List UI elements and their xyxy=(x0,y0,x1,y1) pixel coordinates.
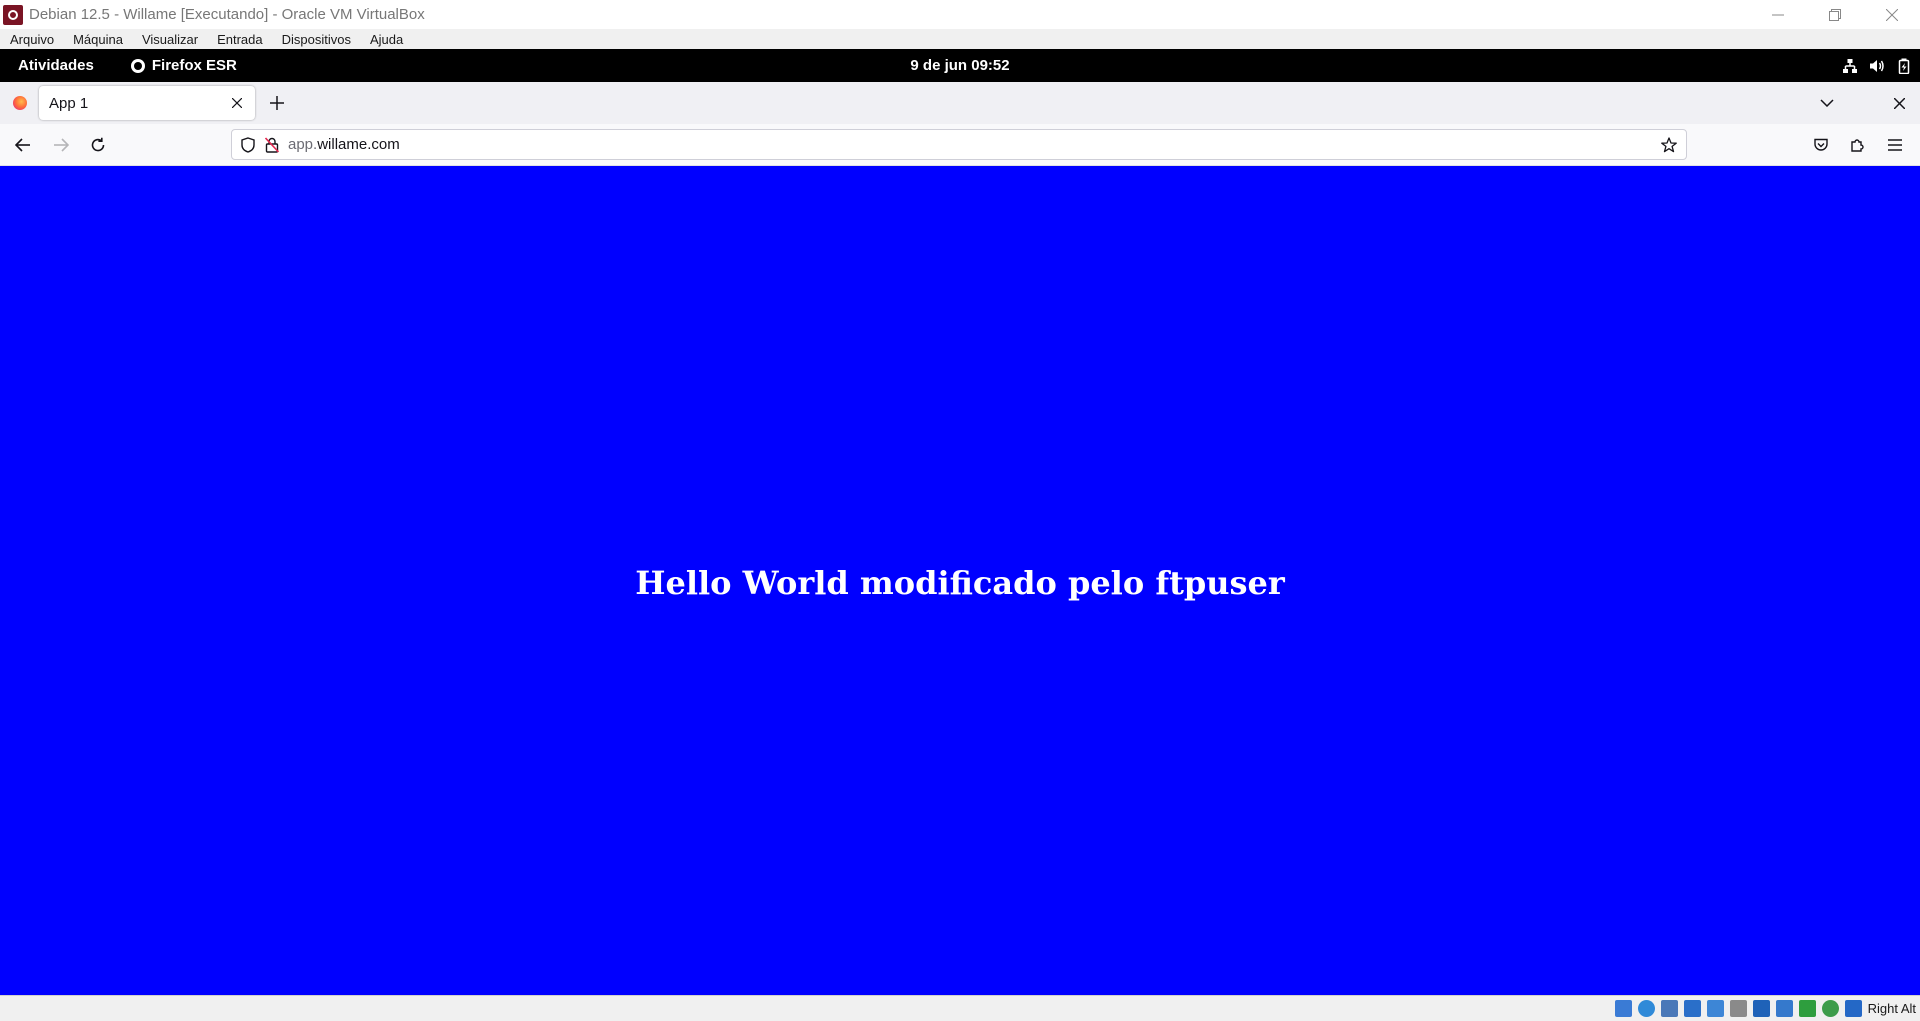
audio-icon[interactable] xyxy=(1660,1000,1678,1017)
tab-app-1[interactable]: App 1 xyxy=(39,86,255,120)
network-wired-icon[interactable] xyxy=(1842,58,1858,74)
firefox-app-icon xyxy=(130,58,145,73)
plus-icon xyxy=(270,96,284,110)
close-window-button[interactable] xyxy=(1890,94,1908,112)
app-menu-label: Firefox ESR xyxy=(151,57,237,74)
pocket-button[interactable] xyxy=(1810,134,1832,156)
menu-dispositivos[interactable]: Dispositivos xyxy=(282,32,351,47)
close-button[interactable] xyxy=(1863,0,1920,29)
new-tab-button[interactable] xyxy=(265,91,289,115)
tab-strip: App 1 xyxy=(0,82,1920,124)
window-title: Debian 12.5 - Willame [Executando] - Ora… xyxy=(29,6,425,23)
volume-icon[interactable] xyxy=(1869,58,1885,74)
vbox-menu-bar: Arquivo Máquina Visualizar Entrada Dispo… xyxy=(0,29,1920,49)
bookmark-star-button[interactable] xyxy=(1660,136,1678,154)
forward-button[interactable] xyxy=(50,134,72,156)
minimize-button[interactable] xyxy=(1749,0,1806,29)
url-text[interactable]: app.willame.com xyxy=(288,136,400,153)
menu-visualizar[interactable]: Visualizar xyxy=(142,32,198,47)
tab-close-button[interactable] xyxy=(229,95,245,111)
activities-button[interactable]: Atividades xyxy=(18,57,94,74)
vbox-title-bar: Debian 12.5 - Willame [Executando] - Ora… xyxy=(0,0,1920,30)
mouse-integration-icon[interactable] xyxy=(1821,1000,1839,1017)
close-icon xyxy=(1893,97,1905,109)
insecure-lock-icon[interactable] xyxy=(264,136,280,153)
tab-title: App 1 xyxy=(49,94,89,112)
navigation-toolbar: app.willame.com xyxy=(0,124,1920,166)
firefox-view-icon[interactable] xyxy=(13,96,27,110)
reload-button[interactable] xyxy=(87,134,109,156)
web-page: Hello World modificado pelo ftpuser xyxy=(0,166,1920,995)
video-capture-icon[interactable] xyxy=(1775,1000,1793,1017)
menu-maquina[interactable]: Máquina xyxy=(73,32,123,47)
puzzle-icon xyxy=(1851,139,1864,152)
restore-button[interactable] xyxy=(1806,0,1863,29)
shared-folders-icon[interactable] xyxy=(1729,1000,1747,1017)
close-icon xyxy=(1885,8,1898,21)
arrow-left-icon xyxy=(15,137,30,152)
keyboard-capture-icon[interactable] xyxy=(1844,1000,1862,1017)
menu-entrada[interactable]: Entrada xyxy=(217,32,263,47)
minimize-icon xyxy=(1771,14,1784,15)
restore-icon xyxy=(1828,8,1841,21)
close-icon xyxy=(232,98,242,108)
cpu-activity-icon[interactable] xyxy=(1798,1000,1816,1017)
arrow-right-icon xyxy=(54,137,69,152)
menu-ajuda[interactable]: Ajuda xyxy=(370,32,403,47)
gnome-top-bar: Atividades Firefox ESR 9 de jun 09:52 xyxy=(0,49,1920,82)
page-heading: Hello World modificado pelo ftpuser xyxy=(635,563,1285,602)
back-button[interactable] xyxy=(12,134,34,156)
menu-arquivo[interactable]: Arquivo xyxy=(10,32,54,47)
clock[interactable]: 9 de jun 09:52 xyxy=(0,49,1920,82)
chevron-down-icon xyxy=(1820,99,1834,107)
list-all-tabs-button[interactable] xyxy=(1818,94,1836,112)
star-icon xyxy=(1661,137,1677,153)
optical-drive-icon[interactable] xyxy=(1637,1000,1655,1017)
vbox-status-bar: Right Alt xyxy=(0,995,1920,1021)
window-controls xyxy=(1749,0,1920,29)
network-icon[interactable] xyxy=(1683,1000,1701,1017)
pocket-icon xyxy=(1814,138,1828,151)
app-menu[interactable]: Firefox ESR xyxy=(130,57,237,74)
url-prefix: app. xyxy=(288,136,318,153)
reload-icon xyxy=(91,137,105,151)
host-key-label: Right Alt xyxy=(1867,1001,1916,1016)
display-icon[interactable] xyxy=(1752,1000,1770,1017)
usb-icon[interactable] xyxy=(1706,1000,1724,1017)
extensions-button[interactable] xyxy=(1846,134,1868,156)
url-domain: willame.com xyxy=(317,136,400,153)
hard-disk-icon[interactable] xyxy=(1614,1000,1632,1017)
app-menu-button[interactable] xyxy=(1884,134,1906,156)
battery-icon[interactable] xyxy=(1896,58,1912,74)
hamburger-icon xyxy=(1888,139,1902,151)
system-tray[interactable] xyxy=(1831,49,1912,82)
virtualbox-app-icon xyxy=(3,4,23,25)
url-bar[interactable]: app.willame.com xyxy=(231,129,1687,160)
shield-icon[interactable] xyxy=(240,136,256,153)
